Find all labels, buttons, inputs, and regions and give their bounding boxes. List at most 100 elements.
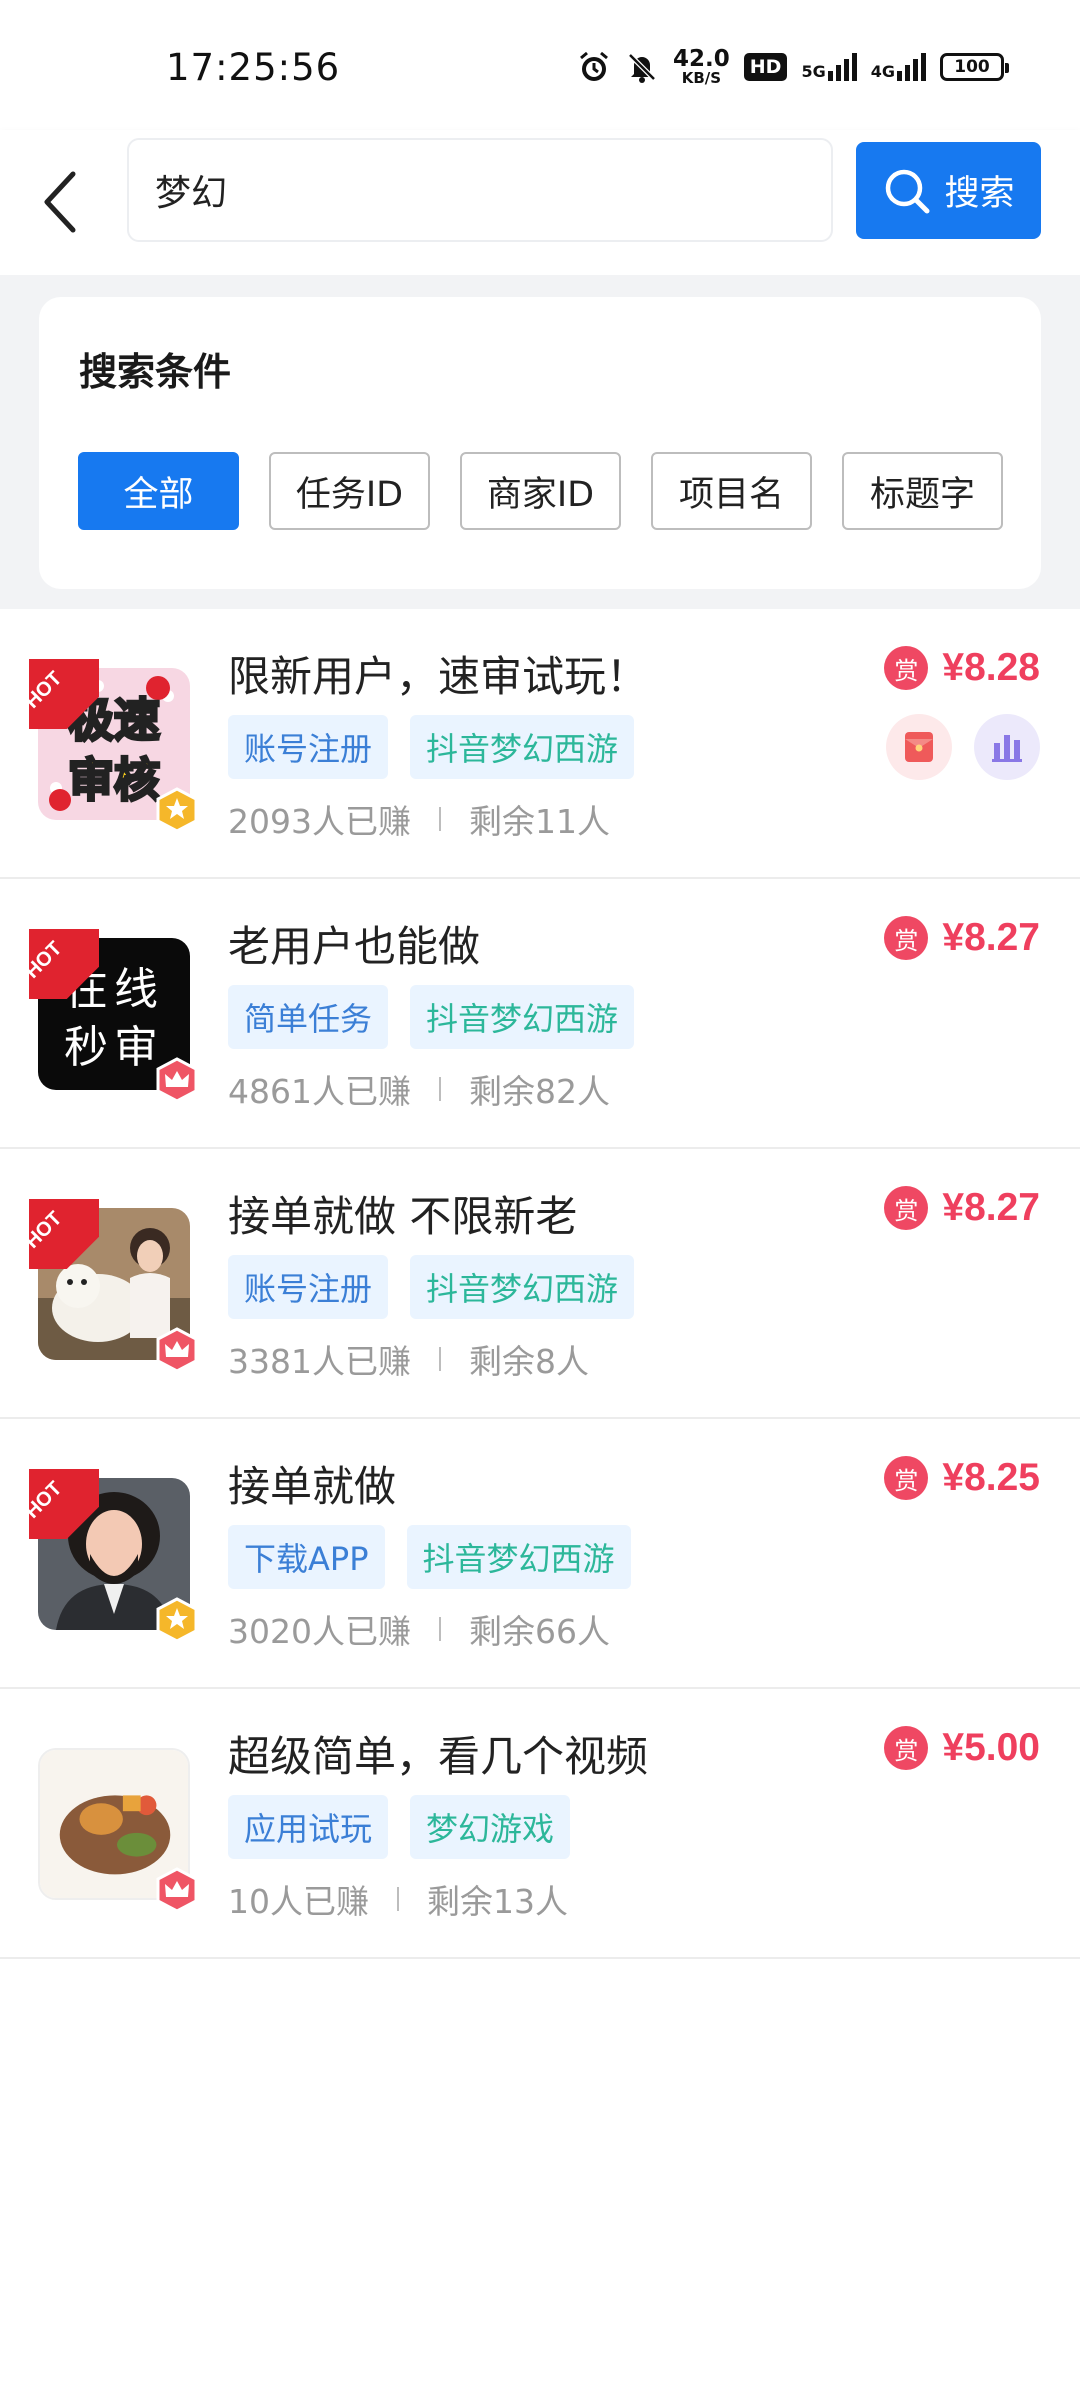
task-stats: 3020人已赚 剩余66人 (228, 1605, 610, 1653)
red-envelope-icon[interactable] (886, 714, 952, 780)
task-stats: 2093人已赚 剩余11人 (228, 795, 610, 843)
task-item[interactable]: 在线 秒审 HOT 老用户也能做 简单任务 抖音梦幻西游 4861人已赚 剩余82… (0, 879, 1080, 1149)
task-title: 接单就做 不限新老 (228, 1192, 578, 1241)
task-title: 超级简单，看几个视频 (228, 1732, 649, 1781)
task-earned: 3020人已赚 (228, 1612, 411, 1651)
task-tags: 账号注册 抖音梦幻西游 (228, 715, 635, 779)
task-title: 老用户也能做 (228, 922, 481, 971)
task-title: 限新用户，速审试玩！ (228, 652, 649, 701)
task-item[interactable]: 极速 审核 HOT 限新用户，速审试玩！ 账号注册 抖音梦幻西游 2093人已赚… (0, 609, 1080, 879)
signal-4g-icon: 4G (871, 53, 926, 81)
crown-badge-icon (154, 1867, 200, 1913)
hot-label: HOT (29, 667, 67, 713)
task-reward: 赏 ¥8.27 (884, 1186, 1040, 1230)
task-price: ¥8.27 (942, 916, 1040, 959)
status-bar: 17:25:56 42.0 KB/S HD 5G 4G 100 (0, 0, 1080, 130)
task-remaining: 剩余66人 (468, 1612, 610, 1651)
chip-all[interactable]: 全部 (78, 452, 239, 530)
task-stats: 10人已赚 剩余13人 (228, 1875, 568, 1923)
task-tags: 下载APP 抖音梦幻西游 (228, 1525, 631, 1589)
task-tags: 应用试玩 梦幻游戏 (228, 1795, 571, 1859)
divider (438, 807, 441, 831)
net-speed-value: 42.0 (673, 46, 730, 72)
task-remaining: 剩余82人 (468, 1072, 610, 1111)
divider (397, 1887, 399, 1911)
hot-label: HOT (29, 1207, 67, 1253)
task-tag: 抖音梦幻西游 (410, 715, 635, 779)
crown-badge-icon (154, 1327, 200, 1373)
chip-task-id[interactable]: 任务ID (269, 452, 430, 530)
task-item[interactable]: 超级简单，看几个视频 应用试玩 梦幻游戏 10人已赚 剩余13人 赏 ¥5.00 (0, 1689, 1080, 1959)
task-earned: 2093人已赚 (228, 802, 411, 841)
task-reward: 赏 ¥5.00 (884, 1726, 1040, 1770)
chip-merchant-id[interactable]: 商家ID (460, 452, 621, 530)
task-title: 接单就做 (228, 1462, 397, 1511)
task-reward: 赏 ¥8.28 (884, 646, 1040, 690)
task-tags: 账号注册 抖音梦幻西游 (228, 1255, 635, 1319)
reward-icon: 赏 (884, 646, 929, 690)
back-button[interactable] (26, 152, 96, 252)
hot-label: HOT (29, 937, 67, 983)
alarm-icon (577, 50, 611, 84)
filter-chips: 全部 任务ID 商家ID 项目名 标题字 (78, 452, 1003, 530)
task-tag: 应用试玩 (228, 1795, 389, 1859)
star-badge-icon (154, 1597, 200, 1643)
signal-5g-icon: 5G (801, 53, 857, 81)
task-price: ¥5.00 (942, 1726, 1040, 1769)
chip-project-name[interactable]: 项目名 (651, 452, 812, 530)
task-reward: 赏 ¥8.25 (884, 1456, 1040, 1500)
search-box[interactable] (127, 138, 833, 242)
task-stats: 3381人已赚 剩余8人 (228, 1335, 589, 1383)
filter-area: 搜索条件 全部 任务ID 商家ID 项目名 标题字 (0, 275, 1080, 609)
task-tag: 简单任务 (228, 985, 389, 1049)
task-tag: 抖音梦幻西游 (410, 1255, 635, 1319)
reward-icon: 赏 (884, 1456, 929, 1500)
thumb-text-line2: 审核 (68, 753, 160, 807)
chevron-left-icon (44, 171, 76, 233)
task-item[interactable]: HOT 接单就做 不限新老 账号注册 抖音梦幻西游 3381人已赚 剩余8人 赏 … (0, 1149, 1080, 1419)
task-price: ¥8.25 (942, 1456, 1040, 1499)
task-price: ¥8.28 (942, 646, 1040, 689)
bar-chart-icon[interactable] (974, 714, 1040, 780)
task-earned: 10人已赚 (228, 1882, 369, 1921)
net-speed: 42.0 KB/S (673, 48, 730, 86)
thumb-text-line2: 秒审 (64, 1022, 164, 1073)
crown-badge-icon (154, 1057, 200, 1103)
search-input[interactable] (155, 169, 795, 211)
task-extra-icons (886, 714, 1040, 780)
task-tag: 梦幻游戏 (410, 1795, 571, 1859)
app-root: 17:25:56 42.0KB/S HD 5G 4G 100 搜索 (0, 0, 1080, 2400)
filter-title: 搜索条件 (79, 350, 232, 394)
hot-ribbon: HOT (29, 1199, 99, 1269)
task-reward: 赏 ¥8.27 (884, 916, 1040, 960)
mute-bell-icon (625, 50, 659, 84)
task-tag: 账号注册 (228, 1255, 389, 1319)
net-5g-label: 5G (801, 62, 826, 81)
task-tag: 账号注册 (228, 715, 389, 779)
net-speed-unit: KB/S (681, 69, 722, 87)
task-remaining: 剩余8人 (468, 1342, 589, 1381)
reward-icon: 赏 (884, 1726, 929, 1770)
hot-label: HOT (29, 1477, 67, 1523)
task-item[interactable]: HOT 接单就做 下载APP 抖音梦幻西游 3020人已赚 剩余66人 赏 ¥8.… (0, 1419, 1080, 1689)
task-earned: 3381人已赚 (228, 1342, 411, 1381)
hot-ribbon: HOT (29, 659, 99, 729)
divider (438, 1077, 441, 1101)
task-tag: 抖音梦幻西游 (406, 1525, 631, 1589)
task-list: 极速 审核 HOT 限新用户，速审试玩！ 账号注册 抖音梦幻西游 2093人已赚… (0, 609, 1080, 1959)
search-button[interactable]: 搜索 (856, 142, 1041, 239)
search-header: 搜索 (0, 130, 1080, 275)
task-remaining: 剩余13人 (427, 1882, 568, 1921)
battery-level: 100 (954, 57, 990, 77)
status-time: 17:25:56 (166, 46, 341, 89)
task-stats: 4861人已赚 剩余82人 (228, 1065, 610, 1113)
net-4g-label: 4G (870, 62, 895, 81)
chip-title-word[interactable]: 标题字 (842, 452, 1003, 530)
divider (438, 1347, 441, 1371)
search-icon (886, 169, 930, 213)
battery-icon: 100 (940, 53, 1009, 81)
task-earned: 4861人已赚 (228, 1072, 411, 1111)
hot-ribbon: HOT (29, 1469, 99, 1539)
hd-icon: HD (743, 53, 788, 81)
reward-icon: 赏 (884, 1186, 929, 1230)
